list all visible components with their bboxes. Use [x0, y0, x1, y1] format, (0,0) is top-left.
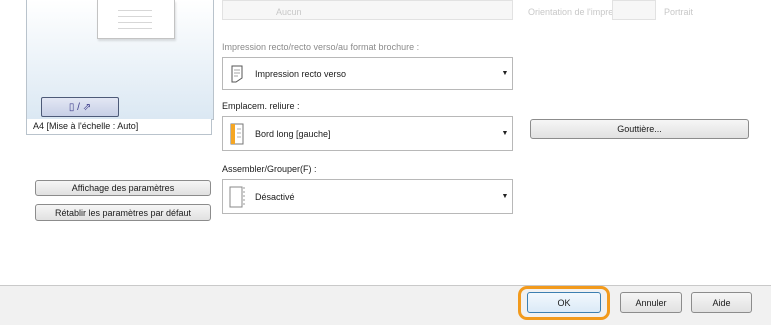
- cancel-button[interactable]: Annuler: [620, 292, 682, 313]
- orientation-value: Portrait: [664, 7, 694, 17]
- show-settings-button[interactable]: Affichage des paramètres: [35, 180, 211, 196]
- binding-edge-icon: [223, 117, 251, 150]
- duplex-value: Impression recto verso: [255, 68, 347, 79]
- print-preview-pane: ▯ / ⇗: [26, 0, 214, 120]
- collate-icon: [223, 180, 251, 213]
- collate-select[interactable]: Désactivé ▼: [222, 179, 513, 214]
- help-button[interactable]: Aide: [691, 292, 752, 313]
- top-combo-value: Aucun: [276, 7, 302, 17]
- paper-size-caption: A4 [Mise à l'échelle : Auto]: [26, 119, 212, 135]
- gutter-button[interactable]: Gouttière...: [530, 119, 749, 139]
- page-preview-thumbnail: [97, 0, 175, 39]
- collate-value: Désactivé: [255, 191, 295, 202]
- preview-view-toggle[interactable]: ▯ / ⇗: [41, 97, 119, 117]
- orientation-field-ghost: [612, 0, 656, 20]
- collate-label: Assembler/Grouper(F) :: [222, 164, 317, 174]
- chevron-down-icon: ▼: [501, 193, 509, 200]
- binding-select[interactable]: Bord long [gauche] ▼: [222, 116, 513, 151]
- ok-button[interactable]: OK: [527, 292, 601, 313]
- binding-value: Bord long [gauche]: [255, 128, 331, 139]
- duplex-icon: [223, 58, 251, 89]
- duplex-select[interactable]: Impression recto verso ▼: [222, 57, 513, 90]
- binding-label: Emplacem. reliure :: [222, 101, 300, 111]
- chevron-down-icon: ▼: [501, 130, 509, 137]
- page-view-icon: ▯ / ⇗: [68, 101, 92, 113]
- restore-defaults-button[interactable]: Rétablir les paramètres par défaut: [35, 204, 211, 221]
- duplex-label: Impression recto/recto verso/au format b…: [222, 42, 420, 52]
- chevron-down-icon: ▼: [501, 70, 509, 77]
- top-combo-ghost: [222, 0, 513, 20]
